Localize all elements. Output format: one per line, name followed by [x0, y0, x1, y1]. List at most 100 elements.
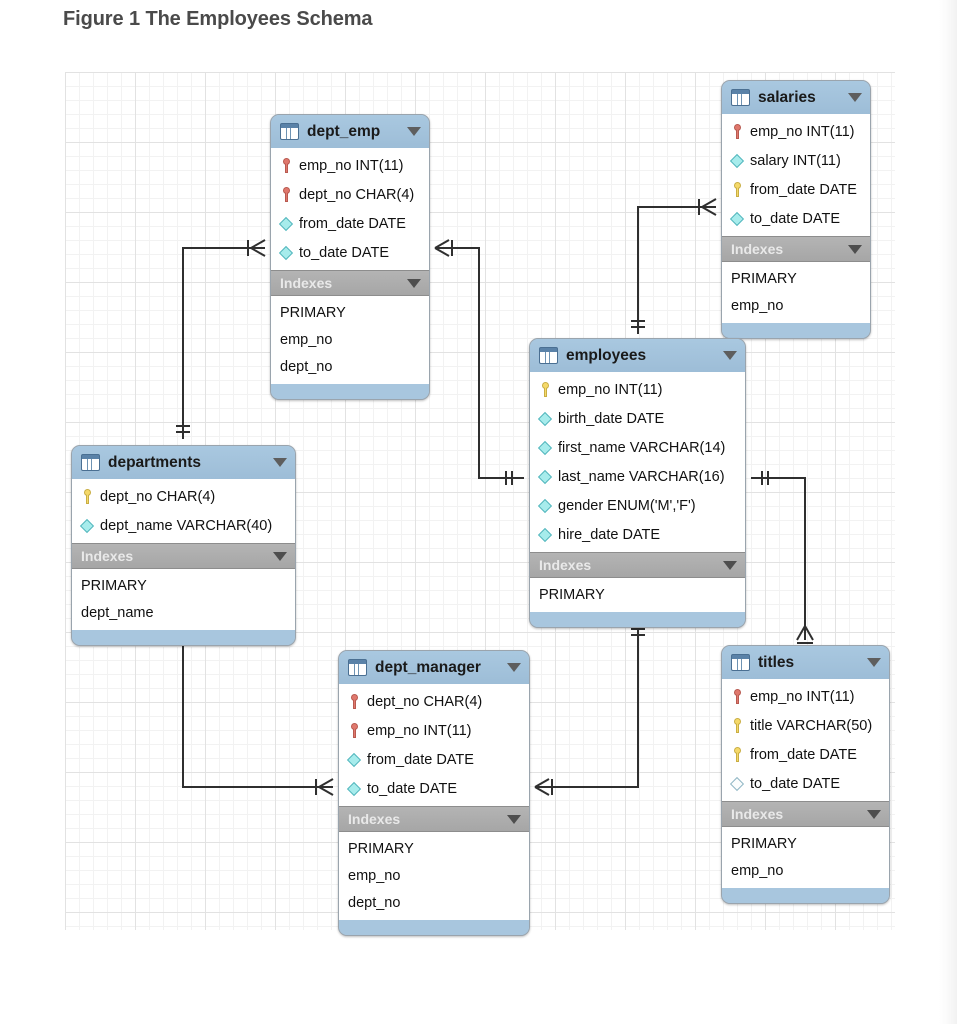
indexes-section-header-dept_manager[interactable]: Indexes — [339, 806, 529, 832]
index-row[interactable]: emp_no — [722, 857, 889, 884]
entity-table-salaries[interactable]: salaries emp_no INT(11) salary INT(11) from… — [721, 80, 871, 339]
key-red-icon — [279, 158, 293, 174]
table-indexes-dept_emp: PRIMARY emp_no dept_no — [271, 296, 429, 384]
field-row[interactable]: from_date DATE — [722, 740, 889, 769]
diamond-cyan-icon — [538, 411, 552, 427]
table-header-salaries[interactable]: salaries — [722, 81, 870, 114]
field-row[interactable]: hire_date DATE — [530, 520, 745, 549]
table-header-titles[interactable]: titles — [722, 646, 889, 679]
field-row[interactable]: emp_no INT(11) — [339, 716, 529, 745]
field-row[interactable]: to_date DATE — [339, 774, 529, 803]
table-icon — [81, 454, 100, 471]
field-row[interactable]: birth_date DATE — [530, 404, 745, 433]
index-row[interactable]: emp_no — [722, 292, 870, 319]
field-row[interactable]: title VARCHAR(50) — [722, 711, 889, 740]
indexes-label: Indexes — [731, 806, 784, 822]
key-red-icon — [347, 694, 361, 710]
entity-table-departments[interactable]: departments dept_no CHAR(4) dept_name VARC… — [71, 445, 296, 646]
field-label: hire_date DATE — [558, 526, 661, 543]
key-red-icon — [347, 723, 361, 739]
chevron-down-icon[interactable] — [407, 127, 421, 136]
table-name-label: departments — [108, 453, 202, 471]
field-row[interactable]: dept_no CHAR(4) — [72, 482, 295, 511]
chevron-down-icon[interactable] — [867, 658, 881, 667]
field-label: emp_no INT(11) — [558, 381, 663, 398]
field-row[interactable]: emp_no INT(11) — [722, 682, 889, 711]
field-label: dept_name VARCHAR(40) — [100, 517, 273, 534]
index-row[interactable]: PRIMARY — [72, 572, 295, 599]
table-header-dept_manager[interactable]: dept_manager — [339, 651, 529, 684]
field-row[interactable]: to_date DATE — [722, 204, 870, 233]
index-row[interactable]: PRIMARY — [339, 835, 529, 862]
chevron-down-icon[interactable] — [273, 551, 287, 561]
table-header-employees[interactable]: employees — [530, 339, 745, 372]
chevron-down-icon[interactable] — [867, 809, 881, 819]
field-row[interactable]: from_date DATE — [271, 209, 429, 238]
field-row[interactable]: gender ENUM('M','F') — [530, 491, 745, 520]
field-label: emp_no INT(11) — [750, 688, 855, 705]
field-row[interactable]: to_date DATE — [271, 238, 429, 267]
index-row[interactable]: PRIMARY — [722, 265, 870, 292]
diamond-cyan-icon — [538, 527, 552, 543]
index-row[interactable]: PRIMARY — [530, 581, 745, 608]
key-red-icon — [730, 689, 744, 705]
table-header-dept_emp[interactable]: dept_emp — [271, 115, 429, 148]
field-label: to_date DATE — [367, 780, 458, 797]
field-row[interactable]: emp_no INT(11) — [530, 375, 745, 404]
entity-table-employees[interactable]: employees emp_no INT(11) birth_date DATE fi… — [529, 338, 746, 628]
key-yellow-icon — [538, 382, 552, 398]
field-row[interactable]: to_date DATE — [722, 769, 889, 798]
indexes-section-header-employees[interactable]: Indexes — [530, 552, 745, 578]
diamond-white-icon — [730, 776, 744, 792]
table-fields-dept_emp: emp_no INT(11) dept_no CHAR(4) from_date D… — [271, 148, 429, 270]
index-row[interactable]: PRIMARY — [271, 299, 429, 326]
field-row[interactable]: salary INT(11) — [722, 146, 870, 175]
table-indexes-titles: PRIMARY emp_no — [722, 827, 889, 888]
index-row[interactable]: emp_no — [339, 862, 529, 889]
relationship-employees-titles — [751, 471, 814, 644]
field-row[interactable]: from_date DATE — [722, 175, 870, 204]
diamond-cyan-icon — [347, 781, 361, 797]
indexes-section-header-departments[interactable]: Indexes — [72, 543, 295, 569]
entity-table-titles[interactable]: titles emp_no INT(11) title VARCHAR(50) fro… — [721, 645, 890, 904]
field-row[interactable]: emp_no INT(11) — [271, 151, 429, 180]
table-fields-dept_manager: dept_no CHAR(4) emp_no INT(11) from_date D… — [339, 684, 529, 806]
index-row[interactable]: dept_no — [271, 353, 429, 380]
field-row[interactable]: dept_no CHAR(4) — [271, 180, 429, 209]
table-icon — [348, 659, 367, 676]
chevron-down-icon[interactable] — [407, 278, 421, 288]
table-fields-titles: emp_no INT(11) title VARCHAR(50) from_date… — [722, 679, 889, 801]
indexes-section-header-titles[interactable]: Indexes — [722, 801, 889, 827]
field-label: from_date DATE — [750, 746, 857, 763]
indexes-section-header-dept_emp[interactable]: Indexes — [271, 270, 429, 296]
entity-table-dept_manager[interactable]: dept_manager dept_no CHAR(4) emp_no INT(11… — [338, 650, 530, 936]
table-header-departments[interactable]: departments — [72, 446, 295, 479]
chevron-down-icon[interactable] — [507, 663, 521, 672]
index-row[interactable]: emp_no — [271, 326, 429, 353]
entity-table-dept_emp[interactable]: dept_emp emp_no INT(11) dept_no CHAR(4) fro… — [270, 114, 430, 400]
field-row[interactable]: dept_no CHAR(4) — [339, 687, 529, 716]
field-row[interactable]: emp_no INT(11) — [722, 117, 870, 146]
diamond-cyan-icon — [538, 440, 552, 456]
chevron-down-icon[interactable] — [723, 351, 737, 360]
index-row[interactable]: PRIMARY — [722, 830, 889, 857]
diamond-cyan-icon — [538, 469, 552, 485]
chevron-down-icon[interactable] — [723, 560, 737, 570]
field-row[interactable]: dept_name VARCHAR(40) — [72, 511, 295, 540]
table-footer — [530, 612, 745, 627]
chevron-down-icon[interactable] — [507, 814, 521, 824]
table-indexes-employees: PRIMARY — [530, 578, 745, 612]
field-label: dept_no CHAR(4) — [367, 693, 483, 710]
field-label: dept_no CHAR(4) — [299, 186, 415, 203]
index-row[interactable]: dept_name — [72, 599, 295, 626]
index-row[interactable]: dept_no — [339, 889, 529, 916]
chevron-down-icon[interactable] — [848, 93, 862, 102]
chevron-down-icon[interactable] — [848, 244, 862, 254]
indexes-section-header-salaries[interactable]: Indexes — [722, 236, 870, 262]
field-row[interactable]: from_date DATE — [339, 745, 529, 774]
field-label: salary INT(11) — [750, 152, 841, 169]
chevron-down-icon[interactable] — [273, 458, 287, 467]
field-row[interactable]: first_name VARCHAR(14) — [530, 433, 745, 462]
er-diagram-canvas[interactable]: dept_emp emp_no INT(11) dept_no CHAR(4) fro… — [65, 72, 895, 936]
field-row[interactable]: last_name VARCHAR(16) — [530, 462, 745, 491]
